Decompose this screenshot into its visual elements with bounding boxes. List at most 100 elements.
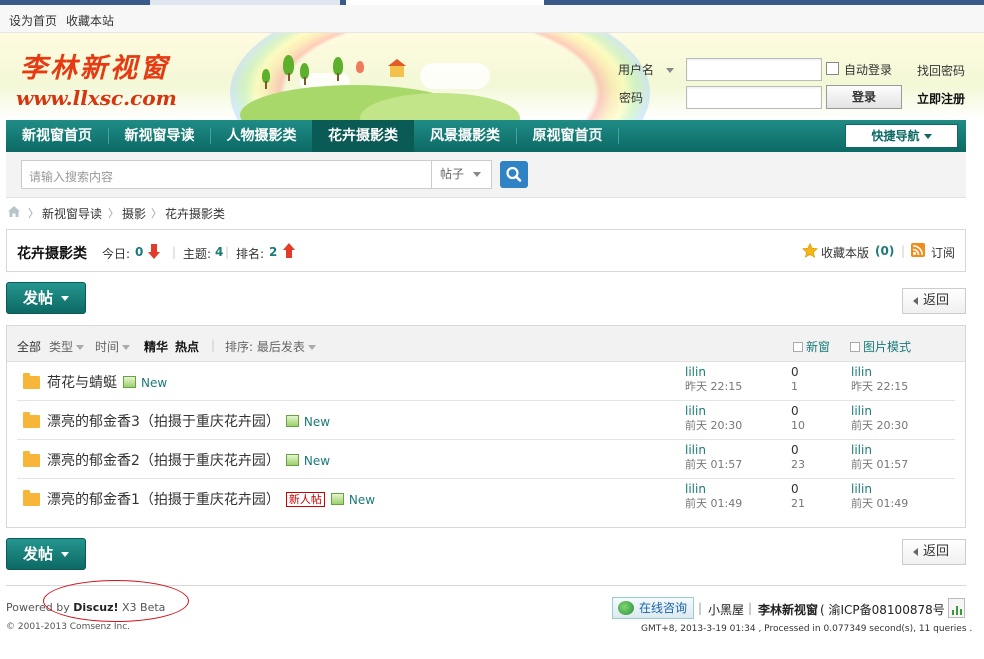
thread-last-author[interactable]: lilin [851, 405, 872, 418]
password-input[interactable] [686, 86, 822, 109]
breadcrumb-separator: 〉 [28, 207, 39, 220]
breadcrumb-item-flower[interactable]: 花卉摄影类 [165, 205, 225, 221]
thread-views: 10 [791, 419, 805, 432]
highlight-circle [43, 580, 189, 622]
thread-replies[interactable]: 0 [791, 483, 799, 496]
new-badge[interactable]: New [141, 376, 167, 390]
thread-last-time[interactable]: 前天 01:57 [851, 458, 908, 471]
today-label: 今日: [102, 247, 131, 261]
filter-all[interactable]: 全部 [17, 338, 41, 355]
statistics-icon[interactable] [948, 598, 965, 618]
search-input[interactable]: 请输入搜索内容 [21, 160, 432, 189]
new-badge[interactable]: New [349, 493, 375, 507]
blacklist-link[interactable]: 小黑屋 [708, 601, 744, 618]
new-badge[interactable]: New [304, 454, 330, 468]
arrow-up-icon [283, 243, 295, 258]
breadcrumb-separator: 〉 [151, 207, 162, 220]
chevron-down-icon [665, 68, 674, 73]
site-name-link[interactable]: 李林新视窗 [758, 601, 818, 618]
thread-row[interactable]: 漂亮的郁金香1（拍摄于重庆花卉园） 新人帖 New lilin 前天 01:49 0… [17, 479, 955, 518]
thread-title-link[interactable]: 荷花与蜻蜓 [47, 375, 117, 391]
thread-replies[interactable]: 0 [791, 366, 799, 379]
search-button[interactable] [500, 161, 528, 188]
filter-type[interactable]: 类型 [49, 338, 85, 355]
nav-item-home[interactable]: 新视窗首页 [6, 120, 108, 152]
thread-post-time: 前天 20:30 [685, 419, 743, 432]
site-logo-title[interactable]: 李林新视窗 [20, 46, 170, 85]
nav-item-flower[interactable]: 花卉摄影类 [312, 120, 414, 152]
forgot-password-link[interactable]: 找回密码 [917, 62, 965, 79]
chevron-down-icon [61, 296, 70, 301]
newbie-post-badge: 新人帖 [285, 492, 325, 507]
thread-title-link[interactable]: 漂亮的郁金香2（拍摄于重庆花卉园） [47, 453, 280, 469]
main-nav: 新视窗首页 新视窗导读 人物摄影类 花卉摄影类 风景摄影类 原视窗首页 [6, 120, 966, 152]
set-home-link[interactable]: 设为首页 [9, 12, 57, 29]
new-badge[interactable]: New [304, 415, 330, 429]
sort-select[interactable]: 排序: 最后发表 [225, 338, 316, 355]
filter-time[interactable]: 时间 [95, 338, 131, 355]
thread-row[interactable]: 荷花与蜻蜓 New lilin 昨天 22:15 0 1 lilin 昨天 22:… [17, 362, 955, 401]
thread-last-time[interactable]: 昨天 22:15 [851, 380, 908, 393]
subscribe-link[interactable]: 订阅 [931, 244, 955, 261]
login-button[interactable]: 登录 [826, 85, 902, 109]
nav-item-guide[interactable]: 新视窗导读 [109, 120, 210, 152]
thread-last-author[interactable]: lilin [851, 444, 872, 457]
tree-icon [356, 61, 364, 73]
divider: | [901, 244, 906, 258]
filter-hot[interactable]: 热点 [175, 338, 199, 355]
thread-last-author[interactable]: lilin [851, 366, 872, 379]
auto-login-checkbox[interactable] [826, 62, 839, 75]
bookmark-site-link[interactable]: 收藏本站 [66, 12, 114, 29]
thread-last-time[interactable]: 前天 20:30 [851, 419, 908, 432]
copyright: © 2001-2013 Comsenz Inc. [6, 622, 131, 632]
image-mode-checkbox[interactable] [850, 342, 860, 352]
new-window-toggle[interactable]: 新窗 [793, 338, 830, 355]
nav-item-landscape[interactable]: 风景摄影类 [414, 120, 516, 152]
new-post-button[interactable]: 发帖 [6, 282, 86, 314]
thread-author[interactable]: lilin [685, 483, 706, 496]
breadcrumb-item-guide[interactable]: 新视窗导读 [42, 205, 102, 221]
thread-title-link[interactable]: 漂亮的郁金香3（拍摄于重庆花卉园） [47, 414, 280, 430]
thread-replies[interactable]: 0 [791, 405, 799, 418]
filter-digest[interactable]: 精华 [144, 338, 168, 355]
thread-row[interactable]: 漂亮的郁金香2（拍摄于重庆花卉园） New lilin 前天 01:57 0 23… [17, 440, 955, 479]
nav-item-portrait[interactable]: 人物摄影类 [211, 120, 312, 152]
divider: | [172, 245, 177, 259]
favorite-forum-link[interactable]: 收藏本版 [821, 244, 869, 261]
new-window-checkbox[interactable] [793, 342, 803, 352]
chat-icon [618, 601, 634, 615]
back-button[interactable]: 返回 [902, 288, 966, 314]
cloud-decoration [420, 63, 490, 89]
top-bar: 设为首页 收藏本站 [0, 5, 984, 33]
folder-icon [23, 490, 40, 506]
thread-title-link[interactable]: 漂亮的郁金香1（拍摄于重庆花卉园） [47, 492, 280, 508]
back-button-bottom[interactable]: 返回 [902, 539, 966, 565]
home-icon[interactable] [7, 205, 21, 218]
icp-link[interactable]: ( 渝ICP备08100878号 ) [820, 601, 953, 618]
quick-nav-button[interactable]: 快捷导航 [845, 124, 958, 148]
divider: | [225, 245, 230, 259]
new-post-button-bottom[interactable]: 发帖 [6, 538, 86, 570]
nav-item-original[interactable]: 原视窗首页 [517, 120, 618, 152]
breadcrumb-item-photography[interactable]: 摄影 [122, 205, 146, 221]
divider: | [698, 601, 703, 615]
thread-row[interactable]: 漂亮的郁金香3（拍摄于重庆花卉园） New lilin 前天 20:30 0 10… [17, 401, 955, 440]
username-label[interactable]: 用户名 [618, 61, 674, 78]
image-mode-toggle[interactable]: 图片模式 [850, 338, 911, 355]
thread-last-time[interactable]: 前天 01:49 [851, 497, 908, 510]
thread-author[interactable]: lilin [685, 444, 706, 457]
search-type-select[interactable]: 帖子 [432, 160, 492, 189]
house-icon [388, 59, 406, 77]
site-logo-url[interactable]: www.llxsc.com [16, 86, 177, 110]
auto-login-label[interactable]: 自动登录 [844, 61, 892, 78]
online-consult-button[interactable]: 在线咨询 [612, 597, 694, 619]
topics-count: 4 [215, 245, 224, 259]
register-link[interactable]: 立即注册 [917, 90, 965, 107]
username-input[interactable] [686, 58, 822, 81]
tree-trunk [304, 77, 306, 85]
thread-author[interactable]: lilin [685, 366, 706, 379]
thread-author[interactable]: lilin [685, 405, 706, 418]
thread-last-author[interactable]: lilin [851, 483, 872, 496]
thread-replies[interactable]: 0 [791, 444, 799, 457]
chevron-down-icon [122, 345, 131, 350]
